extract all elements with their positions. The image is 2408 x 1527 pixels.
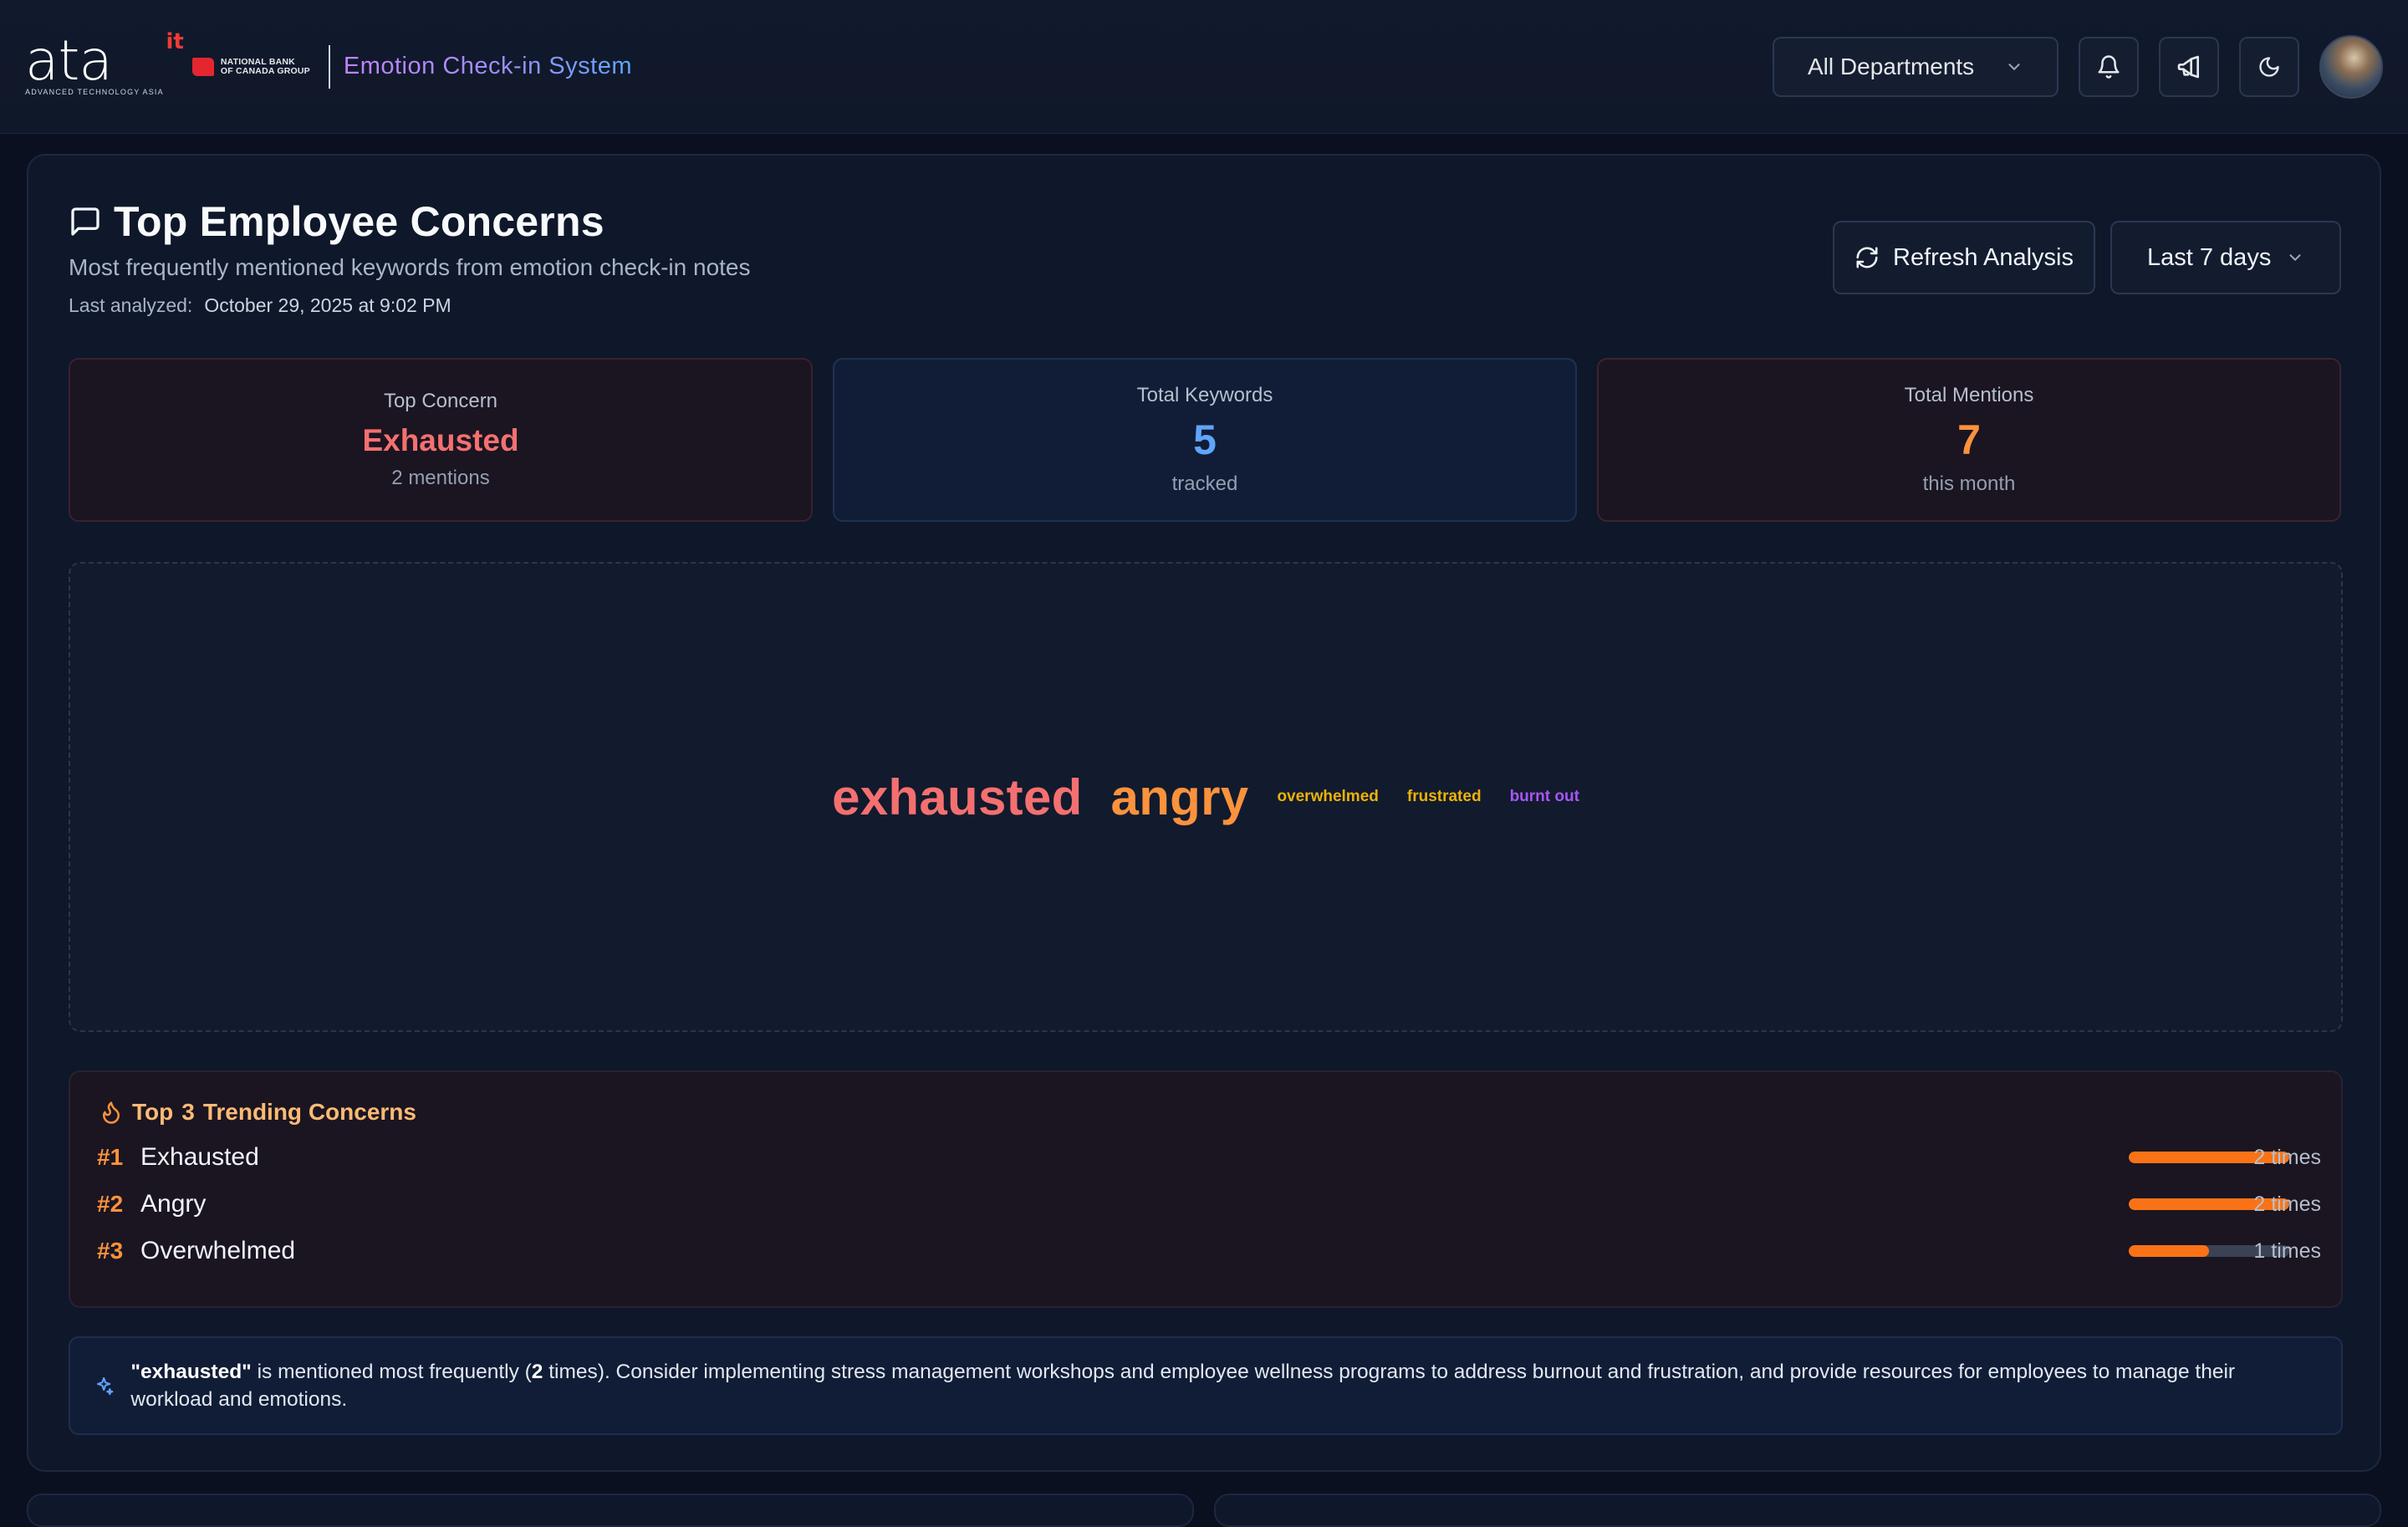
partner-flag-icon [191,57,214,76]
message-square-icon [71,207,99,236]
trending-count: 2 times [2253,1192,2321,1216]
theme-toggle-button[interactable] [2239,36,2299,97]
chevron-down-icon [2289,254,2301,261]
total-mentions-sub: this month [1922,472,2016,495]
trending-rank: #3 [97,1238,124,1264]
trending-bar-fill [2129,1245,2209,1257]
trending-count: 2 times [2253,1145,2321,1169]
ata-logo[interactable]: ata it ADVANCED TECHNOLOGY ASIA [25,28,184,96]
user-avatar[interactable] [2319,34,2383,99]
total-keywords-value: 5 [1193,416,1217,463]
total-mentions-stat: Total Mentions 7 this month [1597,358,2341,522]
top-concern-sub: 2 mentions [391,467,490,489]
last-analyzed-date: October 29, 2025 at 9:02 PM [204,294,452,316]
trending-count: 1 times [2253,1238,2321,1263]
trending-title-count: 3 [181,1099,195,1125]
total-mentions-value: 7 [1957,416,1981,463]
flame-icon [103,1101,120,1124]
last-analyzed: Last analyzed: October 29, 2025 at 9:02 P… [69,294,751,317]
moon-icon [2259,56,2279,77]
trending-rank: #1 [97,1144,124,1170]
partner-name-line2: OF CANADA GROUP [220,65,310,76]
app-title: Emotion Check-in System [343,53,632,79]
trending-header: Top 3 Trending Concerns [99,1099,416,1126]
bell-icon [2098,54,2120,79]
top-concern-value: Exhausted [362,423,519,457]
chevron-down-icon [2008,63,2020,70]
trending-name: Overwhelmed [140,1237,296,1264]
partner-name-line1: NATIONAL BANK [220,56,295,67]
card-actions: Refresh Analysis Last 7 days [1833,221,2341,294]
ai-insight: "exhausted" is mentioned most frequently… [69,1336,2343,1435]
card-subtitle: Most frequently mentioned keywords from … [69,254,751,280]
trending-concerns: Top 3 Trending Concerns #1 Exhausted 2 t… [69,1070,2343,1308]
insight-count: 2 [531,1361,543,1383]
trending-row: #1 Exhausted 2 times [97,1141,2321,1174]
refresh-analysis-button[interactable]: Refresh Analysis [1833,221,2095,294]
ata-logo-superscript: it [166,28,184,54]
notifications-button[interactable] [2079,36,2139,97]
cloud-word-overwhelmed[interactable]: overwhelmed [1277,788,1378,806]
trending-title-suffix: Trending Concerns [202,1099,416,1125]
department-select[interactable]: All Departments [1773,36,2059,97]
last-analyzed-label: Last analyzed: [69,294,193,316]
megaphone-icon [2177,55,2199,78]
next-card-left [27,1494,1194,1527]
sparkles-icon [97,1376,114,1396]
department-select-value: All Departments [1808,53,1975,79]
insight-text-before: is mentioned most frequently ( [251,1361,532,1383]
date-range-select[interactable]: Last 7 days [2110,221,2341,294]
brand-area: ata it ADVANCED TECHNOLOGY ASIA NATIONAL… [25,0,632,133]
trending-name: Exhausted [140,1143,259,1171]
cloud-word-angry[interactable]: angry [1111,769,1249,826]
cloud-word-burnt-out[interactable]: burnt out [1510,788,1579,806]
cloud-word-frustrated[interactable]: frustrated [1407,788,1482,806]
trending-row: #3 Overwhelmed 1 times [97,1234,2321,1268]
word-cloud-words: exhausted angry overwhelmed frustrated b… [70,564,2341,1030]
total-keywords-stat: Total Keywords 5 tracked [833,358,1577,522]
announcements-button[interactable] [2159,36,2219,97]
refresh-icon [1856,247,1878,268]
refresh-analysis-label: Refresh Analysis [1893,243,2074,271]
date-range-value: Last 7 days [2147,243,2272,271]
total-keywords-sub: tracked [1171,472,1238,495]
ata-logo-tagline: ADVANCED TECHNOLOGY ASIA [25,87,164,96]
next-card-right [1214,1494,2381,1527]
insight-text: "exhausted" is mentioned most frequently… [130,1358,2311,1413]
partner-name: NATIONAL BANK OF CANADA GROUP [220,56,310,76]
card-header: Top Employee Concerns Most frequently me… [69,197,751,317]
insight-keyword: "exhausted" [130,1361,252,1383]
total-mentions-label: Total Mentions [1904,384,2034,406]
top-concerns-card: Top Employee Concerns Most frequently me… [27,154,2381,1472]
trending-title-prefix: Top [132,1099,174,1125]
ata-logo-word: ata [25,28,113,93]
word-cloud: exhausted angry overwhelmed frustrated b… [69,562,2343,1032]
trending-name: Angry [140,1190,207,1218]
top-navigation-bar: ata it ADVANCED TECHNOLOGY ASIA NATIONAL… [0,0,2408,134]
total-keywords-label: Total Keywords [1136,384,1273,406]
header-actions: All Departments [1773,34,2383,99]
trending-rank: #2 [97,1191,124,1217]
top-concern-label: Top Concern [383,390,498,412]
title-row: Top Employee Concerns [69,197,751,246]
card-title: Top Employee Concerns [114,198,605,245]
brand-divider [328,44,330,89]
top-concern-stat: Top Concern Exhausted 2 mentions [69,358,813,522]
cloud-word-exhausted[interactable]: exhausted [832,769,1082,826]
partner-logo: NATIONAL BANK OF CANADA GROUP [191,56,310,76]
trending-row: #2 Angry 2 times [97,1187,2321,1221]
